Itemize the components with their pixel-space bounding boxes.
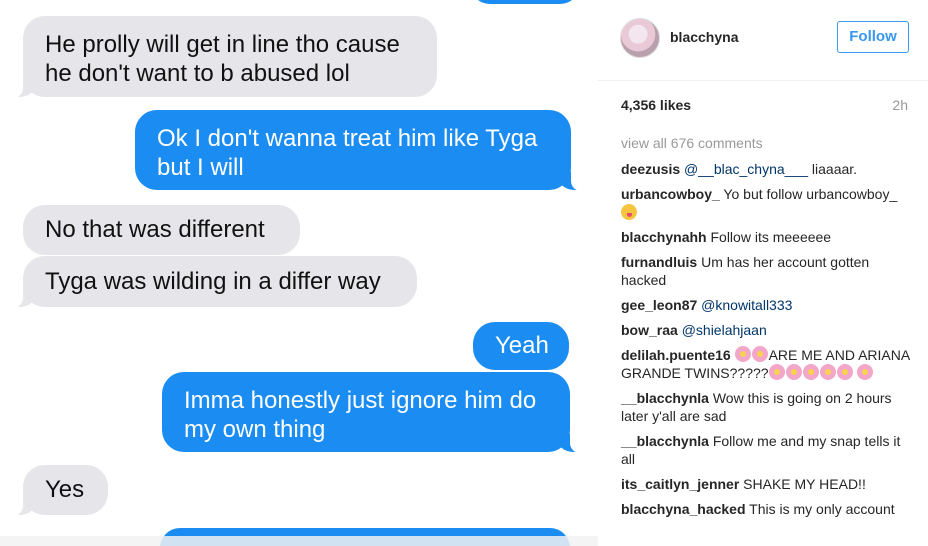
comment-text: liaaaar.: [808, 161, 858, 177]
view-all-comments-link[interactable]: view all 676 comments: [621, 135, 763, 151]
message-bubble-sent: Ok I don't wanna treat him like Tyga but …: [135, 110, 583, 191]
message-bubble-received: Tyga was wilding in a differ way: [11, 256, 417, 308]
comment-text: This is my only account: [745, 501, 895, 517]
comment-list: deezusis @__blac_chyna___ liaaaar. urban…: [621, 160, 913, 525]
message-text: He prolly will get in line tho cause: [45, 31, 400, 58]
comment-user[interactable]: bow_raa: [621, 322, 678, 338]
message-text: No that was different: [45, 216, 265, 243]
post-time: 2h: [892, 97, 908, 113]
likes-count[interactable]: 4,356 likes: [621, 97, 691, 113]
comment-mention[interactable]: @shielahjaan: [682, 322, 767, 338]
comment-user[interactable]: blacchyna_hacked: [621, 501, 746, 517]
comment: its_caitlyn_jenner SHAKE MY HEAD!!: [621, 475, 913, 493]
comment-user[interactable]: gee_leon87: [621, 297, 697, 313]
message-text: he don't want to b abused lol: [45, 60, 350, 87]
comment-text: SHAKE MY HEAD!!: [739, 476, 866, 492]
comment: blacchyna_hacked This is my only account: [621, 500, 913, 518]
comment: deezusis @__blac_chyna___ liaaaar.: [621, 160, 913, 178]
message-text: Yeah: [495, 332, 549, 359]
post-panel: blacchyna Follow 4,356 likes 2h view all…: [598, 0, 928, 546]
message-bubble-received: No that was different: [23, 205, 300, 255]
comment: gee_leon87 @knowitall333: [621, 296, 913, 314]
message-bubble-received: He prolly will get in line tho cause he d…: [11, 16, 437, 98]
flower-emoji-icon: [768, 364, 785, 380]
comment: __blacchynla Wow this is going on 2 hour…: [621, 389, 913, 425]
bottom-fade: [0, 536, 598, 546]
comment-mention[interactable]: @knowitall333: [701, 297, 792, 313]
comment-text: Follow its meeeeee: [706, 229, 832, 245]
comment: bow_raa @shielahjaan: [621, 321, 913, 339]
post-header: blacchyna Follow: [598, 0, 928, 81]
comment: __blacchynla Follow me and my snap tells…: [621, 432, 913, 468]
comment-user[interactable]: its_caitlyn_jenner: [621, 476, 739, 492]
message-text: Imma honestly just ignore him do: [184, 387, 537, 414]
message-text: Tyga was wilding in a differ way: [45, 268, 381, 295]
flower-emoji-icon: [857, 364, 874, 380]
flower-emoji-icon: [751, 346, 768, 362]
message-bubble-received: Yes: [11, 465, 108, 516]
comment-user[interactable]: delilah.puente16: [621, 347, 731, 363]
comment-mention[interactable]: @__blac_chyna___: [684, 161, 808, 177]
flower-emoji-icon: [802, 364, 819, 380]
flower-emoji-icon: [819, 364, 836, 380]
message-bubble-sent: Imma honestly just ignore him do my own t…: [162, 372, 582, 453]
message-text: but I will: [157, 154, 244, 181]
message-bubble-sent: Yeah: [473, 322, 569, 370]
partial-blue-bubble-top: [470, 0, 580, 4]
comment-user[interactable]: __blacchynla: [621, 390, 709, 406]
comment-user[interactable]: blacchynahh: [621, 229, 707, 245]
comment-user[interactable]: __blacchynla: [621, 433, 709, 449]
message-text: Ok I don't wanna treat him like Tyga: [157, 125, 538, 152]
comment-user[interactable]: deezusis: [621, 161, 680, 177]
comment-user[interactable]: urbancowboy_: [621, 186, 720, 202]
comment: furnandluis Um has her account gotten ha…: [621, 253, 913, 289]
follow-button[interactable]: Follow: [837, 21, 909, 53]
message-text: my own thing: [184, 416, 326, 443]
flower-emoji-icon: [734, 346, 751, 362]
tongue-face-emoji-icon: [621, 204, 637, 220]
avatar[interactable]: [620, 18, 660, 58]
comment-user[interactable]: furnandluis: [621, 254, 697, 270]
comment: urbancowboy_ Yo but follow urbancowboy_: [621, 185, 913, 221]
message-screenshot: He prolly will get in line tho cause he d…: [0, 0, 598, 546]
flower-emoji-icon: [836, 364, 853, 380]
username[interactable]: blacchyna: [670, 29, 738, 45]
comment: blacchynahh Follow its meeeeee: [621, 228, 913, 246]
comment: delilah.puente16 ARE ME AND ARIANA GRAND…: [621, 346, 913, 382]
comment-text: Yo but follow urbancowboy_: [719, 186, 898, 202]
flower-emoji-icon: [785, 364, 802, 380]
message-text: Yes: [45, 476, 85, 503]
